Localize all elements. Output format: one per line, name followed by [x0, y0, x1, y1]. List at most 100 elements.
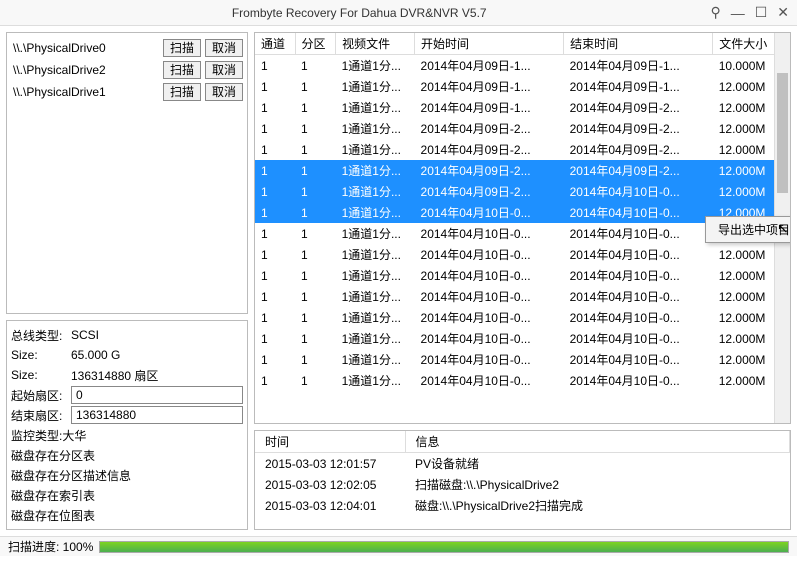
table-row[interactable]: 111通道1分...2014年04月09日-1...2014年04月09日-1.… [255, 76, 790, 97]
cell: 2014年04月10日-0... [415, 244, 564, 265]
close-icon[interactable]: ✕ [777, 4, 789, 21]
cell: 2014年04月09日-1... [564, 76, 713, 97]
progress-label: 扫描进度: 100% [8, 538, 93, 555]
cell: 2014年04月10日-0... [415, 223, 564, 244]
cell: 1 [255, 244, 295, 265]
cell: 1 [295, 349, 336, 370]
log-msg: 扫描磁盘:\\.\PhysicalDrive2 [405, 474, 790, 495]
cell: 2014年04月09日-2... [415, 139, 564, 160]
table-row[interactable]: 111通道1分...2014年04月09日-1...2014年04月09日-2.… [255, 97, 790, 118]
cell: 2014年04月10日-0... [415, 202, 564, 223]
table-row[interactable]: 111通道1分...2014年04月09日-1...2014年04月09日-1.… [255, 55, 790, 77]
pin-icon[interactable]: ⚲ [710, 4, 720, 21]
cell: 2014年04月09日-1... [564, 55, 713, 77]
drive-label: \\.\PhysicalDrive1 [11, 85, 159, 99]
cell: 1 [255, 181, 295, 202]
cell: 2014年04月09日-2... [564, 139, 713, 160]
scan-button[interactable]: 扫描 [163, 83, 201, 101]
table-row[interactable]: 111通道1分...2014年04月10日-0...2014年04月10日-0.… [255, 286, 790, 307]
cell: 1 [295, 223, 336, 244]
titlebar: Frombyte Recovery For Dahua DVR&NVR V5.7… [0, 0, 797, 26]
bus-type-label: 总线类型: [11, 327, 71, 344]
cell: 1通道1分... [336, 286, 415, 307]
context-menu: 导出选中项目 [705, 216, 791, 243]
cell: 1 [255, 139, 295, 160]
scrollbar-thumb[interactable] [777, 73, 788, 193]
table-row[interactable]: 111通道1分...2014年04月09日-2...2014年04月09日-2.… [255, 118, 790, 139]
cell: 2014年04月09日-2... [564, 160, 713, 181]
cell: 2014年04月09日-2... [415, 160, 564, 181]
col-channel[interactable]: 通道 [255, 33, 295, 55]
col-partition[interactable]: 分区 [295, 33, 336, 55]
log-row[interactable]: 2015-03-03 12:01:57PV设备就绪 [255, 453, 790, 475]
disk-info: 总线类型:SCSI Size:65.000 G Size:136314880 扇… [6, 320, 248, 530]
cell: 2014年04月10日-0... [415, 307, 564, 328]
cell: 1 [295, 55, 336, 77]
table-row[interactable]: 111通道1分...2014年04月09日-2...2014年04月09日-2.… [255, 160, 790, 181]
log-col-time[interactable]: 时间 [255, 431, 405, 453]
drive-row[interactable]: \\.\PhysicalDrive2 扫描取消 [11, 59, 243, 81]
cell: 2014年04月10日-0... [564, 244, 713, 265]
cell: 1 [255, 328, 295, 349]
maximize-icon[interactable]: ☐ [755, 4, 768, 21]
col-start[interactable]: 开始时间 [415, 33, 564, 55]
partition-desc-status: 磁盘存在分区描述信息 [11, 467, 131, 484]
cell: 1 [255, 97, 295, 118]
start-sector-input[interactable] [71, 386, 243, 404]
table-row[interactable]: 111通道1分...2014年04月10日-0...2014年04月10日-0.… [255, 265, 790, 286]
cell: 1通道1分... [336, 265, 415, 286]
table-row[interactable]: 111通道1分...2014年04月09日-2...2014年04月09日-2.… [255, 139, 790, 160]
drive-label: \\.\PhysicalDrive2 [11, 63, 159, 77]
bus-type-value: SCSI [71, 328, 243, 342]
drive-list: \\.\PhysicalDrive0扫描取消\\.\PhysicalDrive2… [6, 32, 248, 314]
table-row[interactable]: 111通道1分...2014年04月10日-0...2014年04月10日-0.… [255, 370, 790, 391]
cell: 2014年04月10日-0... [415, 328, 564, 349]
col-end[interactable]: 结束时间 [564, 33, 713, 55]
log-row[interactable]: 2015-03-03 12:04:01磁盘:\\.\PhysicalDrive2… [255, 495, 790, 516]
cell: 2014年04月09日-1... [415, 76, 564, 97]
cell: 1通道1分... [336, 349, 415, 370]
cell: 1 [295, 202, 336, 223]
cell: 2014年04月10日-0... [564, 202, 713, 223]
cancel-button[interactable]: 取消 [205, 83, 243, 101]
cell: 1 [255, 307, 295, 328]
minimize-icon[interactable]: — [731, 5, 745, 21]
cell: 1 [295, 286, 336, 307]
log-row[interactable]: 2015-03-03 12:02:05扫描磁盘:\\.\PhysicalDriv… [255, 474, 790, 495]
log-msg: PV设备就绪 [405, 453, 790, 475]
log-time: 2015-03-03 12:02:05 [255, 474, 405, 495]
cell: 1 [295, 160, 336, 181]
col-video[interactable]: 视频文件 [336, 33, 415, 55]
cell: 1通道1分... [336, 370, 415, 391]
table-row[interactable]: 111通道1分...2014年04月10日-0...2014年04月10日-0.… [255, 307, 790, 328]
index-table-status: 磁盘存在索引表 [11, 487, 95, 504]
cell: 1通道1分... [336, 160, 415, 181]
table-row[interactable]: 111通道1分...2014年04月10日-0...2014年04月10日-0.… [255, 328, 790, 349]
cell: 1通道1分... [336, 307, 415, 328]
cell: 1 [255, 286, 295, 307]
end-sector-input[interactable] [71, 406, 243, 424]
cell: 1通道1分... [336, 328, 415, 349]
cell: 2014年04月09日-1... [415, 55, 564, 77]
cell: 1通道1分... [336, 244, 415, 265]
log-col-msg[interactable]: 信息 [405, 431, 790, 453]
size-sectors-label: Size: [11, 368, 71, 382]
table-row[interactable]: 111通道1分...2014年04月10日-0...2014年04月10日-0.… [255, 349, 790, 370]
cell: 2014年04月10日-0... [564, 307, 713, 328]
table-row[interactable]: 111通道1分...2014年04月10日-0...2014年04月10日-0.… [255, 244, 790, 265]
cell: 1 [295, 76, 336, 97]
scan-button[interactable]: 扫描 [163, 61, 201, 79]
cancel-button[interactable]: 取消 [205, 39, 243, 57]
table-row[interactable]: 111通道1分...2014年04月09日-2...2014年04月10日-0.… [255, 181, 790, 202]
scan-button[interactable]: 扫描 [163, 39, 201, 57]
export-selected-menuitem[interactable]: 导出选中项目 [708, 219, 791, 240]
cell: 1通道1分... [336, 76, 415, 97]
progress-fill [100, 542, 788, 552]
cell: 2014年04月10日-0... [415, 349, 564, 370]
drive-row[interactable]: \\.\PhysicalDrive0扫描取消 [11, 37, 243, 59]
cell: 2014年04月10日-0... [564, 181, 713, 202]
cell: 2014年04月09日-2... [564, 97, 713, 118]
drive-row[interactable]: \\.\PhysicalDrive1 扫描取消 [11, 81, 243, 103]
cancel-button[interactable]: 取消 [205, 61, 243, 79]
cell: 2014年04月09日-2... [415, 118, 564, 139]
